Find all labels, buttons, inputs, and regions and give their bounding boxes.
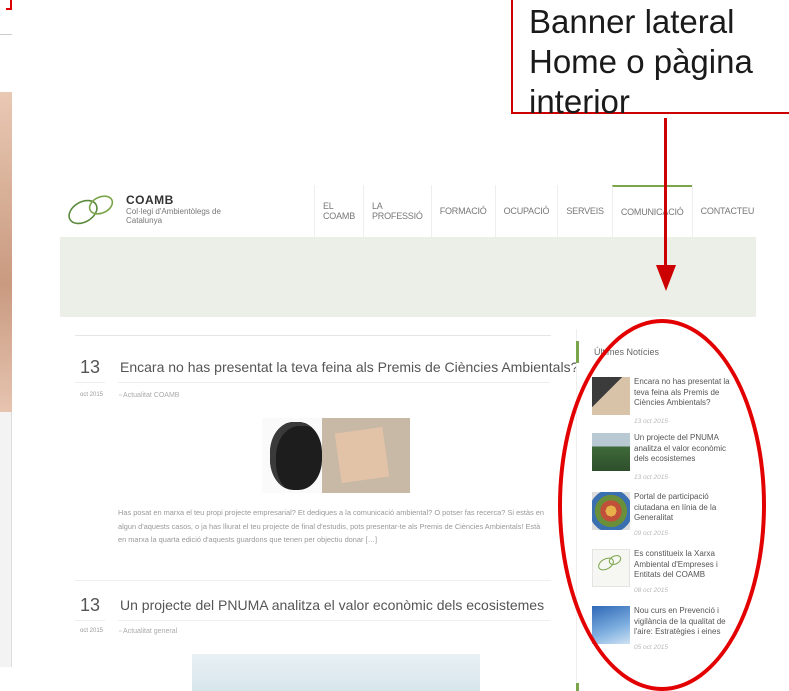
- annotation-arrow-head-icon: [656, 265, 676, 291]
- post-category[interactable]: ▫ Actualitat COAMB: [119, 392, 179, 399]
- divider: [118, 620, 550, 621]
- callout-line: Banner lateral: [529, 3, 735, 40]
- post-date-month: oct 2015: [80, 628, 104, 634]
- logo-subtitle: Col·legi d'Ambientòlegs de Catalunya: [126, 207, 221, 225]
- post-category[interactable]: ▫ Actualitat general: [119, 628, 177, 635]
- sidebar-accent: [576, 683, 579, 691]
- divider: [118, 382, 550, 383]
- page-banner-band: [60, 237, 756, 319]
- nav-item-formacio[interactable]: FORMACIÓ: [430, 185, 495, 237]
- date-divider: [75, 620, 105, 621]
- nav-item-comunicacio[interactable]: COMUNICACIÓ: [611, 185, 692, 237]
- post-image[interactable]: [262, 418, 410, 493]
- nav-item-la-professio[interactable]: LA PROFESSIÓ: [363, 185, 431, 237]
- divider: [75, 335, 551, 336]
- annotation-arrow-line: [664, 118, 667, 268]
- post-title[interactable]: Un projecte del PNUMA analitza el valor …: [120, 597, 544, 613]
- sidebar-accent: [576, 341, 579, 363]
- nav-item-serveis[interactable]: SERVEIS: [557, 185, 611, 237]
- left-edge-photo: [0, 92, 12, 412]
- post-title[interactable]: Encara no has presentat la teva feina al…: [120, 359, 578, 375]
- callout-line: Home o pàgina: [529, 43, 753, 80]
- site-header: COAMB Col·legi d'Ambientòlegs de Catalun…: [60, 185, 756, 237]
- coamb-logo-icon[interactable]: [63, 188, 121, 228]
- post-date-day: 13: [80, 357, 101, 377]
- post-category-label: Actualitat general: [123, 628, 178, 635]
- post-excerpt: Has posat en marxa el teu propi projecte…: [118, 508, 545, 544]
- post-image[interactable]: [192, 654, 480, 691]
- post-date-day: 13: [80, 595, 101, 615]
- left-edge-window: [0, 0, 12, 35]
- callout-line: interior: [529, 83, 630, 120]
- nav-item-contacteu[interactable]: CONTACTEU: [691, 185, 763, 237]
- date-divider: [75, 382, 105, 383]
- logo-name[interactable]: COAMB: [126, 193, 174, 207]
- divider: [75, 580, 551, 581]
- main-nav: EL COAMB LA PROFESSIÓ FORMACIÓ OCUPACIÓ …: [314, 185, 762, 237]
- left-edge-panel: [0, 412, 12, 667]
- annotation-highlight-oval: [558, 319, 766, 691]
- nav-item-ocupacio[interactable]: OCUPACIÓ: [494, 185, 558, 237]
- annotation-callout-box: Banner lateral Home o pàgina interior: [511, 0, 789, 120]
- nav-item-el-coamb[interactable]: EL COAMB: [314, 185, 363, 237]
- post-category-label: Actualitat COAMB: [123, 392, 180, 399]
- post-date-month: oct 2015: [80, 392, 104, 398]
